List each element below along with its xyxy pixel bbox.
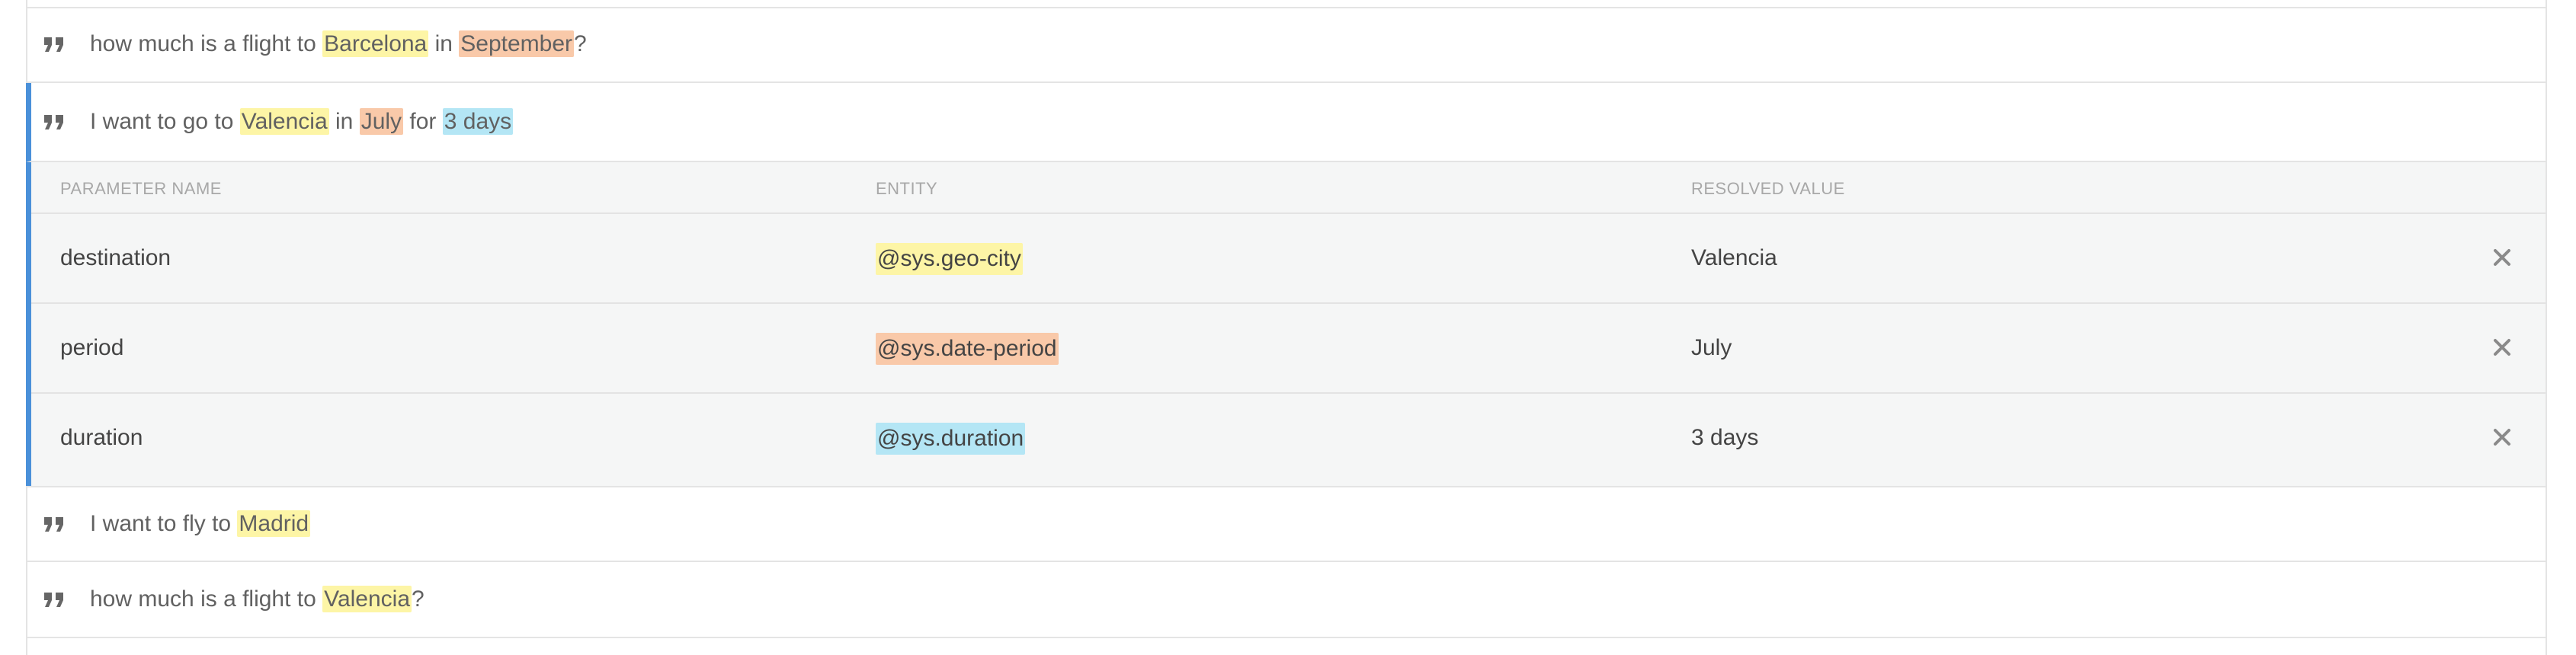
training-phrase-selected[interactable]: I want to go to Valencia in July for 3 d… — [26, 83, 2546, 162]
annotated-entity[interactable]: Valencia — [322, 586, 412, 612]
table-row: period @sys.date-period July — [31, 304, 2546, 394]
phrase-text[interactable]: I want to go to Valencia in July for 3 d… — [90, 107, 514, 137]
phrase-text[interactable]: how much is a flight to Barcelona in Sep… — [90, 29, 587, 59]
close-icon[interactable] — [2489, 424, 2515, 450]
close-icon[interactable] — [2489, 334, 2515, 360]
resolved-value[interactable]: July — [1691, 333, 1732, 363]
resolved-value[interactable]: 3 days — [1691, 423, 1758, 453]
phrase-segment: in — [328, 109, 360, 134]
annotated-entity[interactable]: Madrid — [237, 510, 311, 537]
close-icon[interactable] — [2489, 244, 2515, 270]
column-header-entity: ENTITY — [876, 179, 938, 198]
training-phrase[interactable]: how much is a flight to Valencia? — [27, 562, 2546, 638]
parameter-name[interactable]: destination — [60, 243, 171, 273]
phrase-segment: I want to fly to — [90, 511, 238, 536]
phrase-segment: for — [403, 109, 443, 134]
parameter-name[interactable]: period — [60, 333, 123, 363]
phrase-segment: how much is a flight to — [90, 31, 323, 56]
resolved-value[interactable]: Valencia — [1691, 243, 1777, 273]
table-header: PARAMETER NAME ENTITY RESOLVED VALUE — [31, 162, 2546, 214]
parameter-name[interactable]: duration — [60, 423, 143, 453]
phrase-segment: ? — [412, 586, 425, 612]
annotated-entity[interactable]: 3 days — [442, 108, 514, 135]
phrase-segment: I want to go to — [90, 109, 240, 134]
quote-icon — [41, 33, 67, 56]
quote-icon — [41, 110, 67, 133]
quote-icon — [41, 588, 67, 611]
training-phrase[interactable]: I want to fly to Madrid — [27, 486, 2546, 562]
annotated-entity[interactable]: July — [359, 108, 404, 135]
entity-chip[interactable]: @sys.duration — [876, 423, 1026, 455]
column-header-parameter-name: PARAMETER NAME — [60, 179, 222, 198]
parameters-table: PARAMETER NAME ENTITY RESOLVED VALUE des… — [26, 162, 2546, 486]
annotated-entity[interactable]: September — [459, 30, 575, 57]
training-phrase[interactable]: how much is a flight to Barcelona in Sep… — [27, 7, 2546, 83]
column-header-resolved-value: RESOLVED VALUE — [1691, 179, 1845, 198]
phrase-text[interactable]: I want to fly to Madrid — [90, 509, 311, 539]
phrase-segment: ? — [574, 31, 587, 56]
quote-icon — [41, 513, 67, 535]
training-phrases-list: how much is a flight to Barcelona in Sep… — [26, 0, 2547, 655]
phrase-segment: in — [428, 31, 460, 56]
phrase-text[interactable]: how much is a flight to Valencia? — [90, 584, 425, 615]
entity-chip[interactable]: @sys.date-period — [876, 333, 1059, 365]
table-row: destination @sys.geo-city Valencia — [31, 214, 2546, 304]
annotated-entity[interactable]: Valencia — [239, 108, 329, 135]
table-row: duration @sys.duration 3 days — [31, 394, 2546, 484]
annotated-entity[interactable]: Barcelona — [322, 30, 429, 57]
phrase-segment: how much is a flight to — [90, 586, 323, 612]
entity-chip[interactable]: @sys.geo-city — [876, 243, 1023, 275]
